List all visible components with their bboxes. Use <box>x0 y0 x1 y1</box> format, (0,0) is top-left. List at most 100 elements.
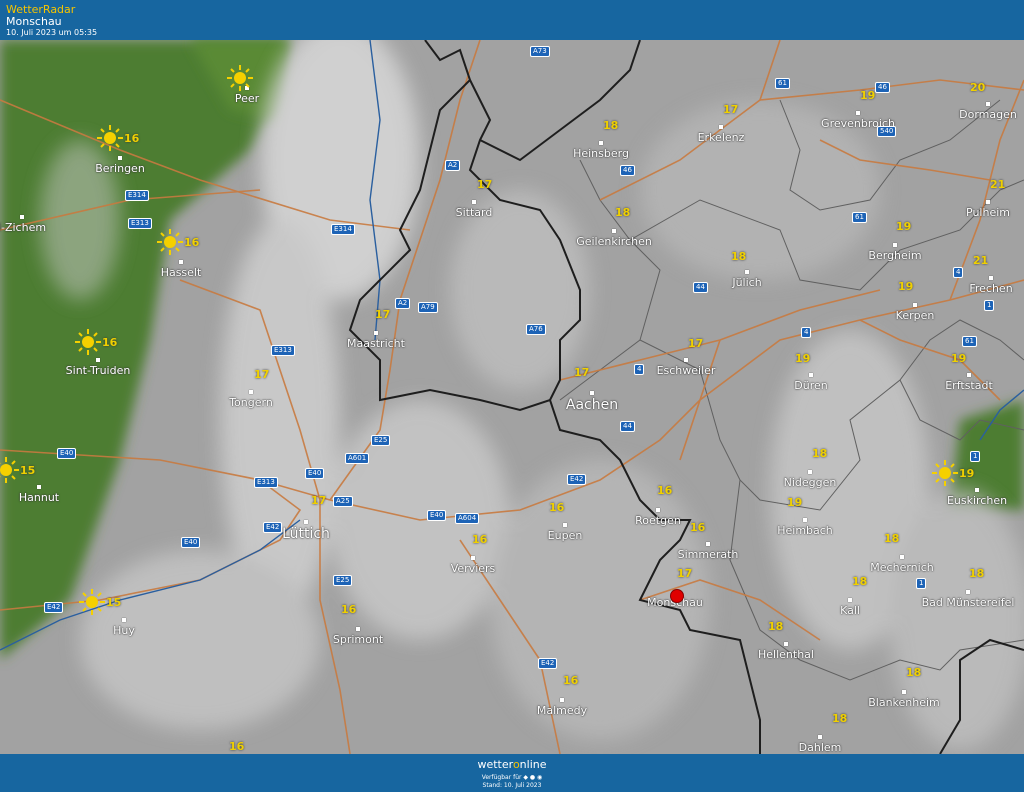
sun-icon <box>78 588 106 616</box>
radar-map[interactable]: Peer Beringen 16 l-Zichem Hasselt 16 Sint-Trui… <box>0 40 1024 754</box>
temperature-label: 16 <box>472 533 488 546</box>
city-label-tongern[interactable]: Tongern <box>229 396 273 409</box>
road-shield: 44 <box>620 421 635 432</box>
city-label-nideggen[interactable]: Nideggen <box>784 476 837 489</box>
city-label-roetgen[interactable]: Roetgen <box>635 514 681 527</box>
city-label-peer[interactable]: Peer <box>235 92 259 105</box>
city-dot <box>304 520 308 524</box>
city-label-d-ren[interactable]: Düren <box>794 379 827 392</box>
city-label-bergheim[interactable]: Bergheim <box>868 249 921 262</box>
city-dot <box>989 276 993 280</box>
city-dot <box>612 229 616 233</box>
road-shield: 1 <box>984 300 995 311</box>
city-label-aachen[interactable]: Aachen <box>566 397 618 413</box>
road-shield: 44 <box>693 282 708 293</box>
road-shield: E42 <box>538 658 558 669</box>
city-label-sint-truiden[interactable]: Sint-Truiden <box>66 364 131 377</box>
city-label-maastricht[interactable]: Maastricht <box>347 337 405 350</box>
footer-bar: wetteronline Verfügbar für ◆ ● ◉ Stand: … <box>0 754 1024 792</box>
city-label-hellenthal[interactable]: Hellenthal <box>758 648 814 661</box>
temperature-label: 19 <box>951 352 967 365</box>
city-dot <box>374 331 378 335</box>
city-label-heinsberg[interactable]: Heinsberg <box>573 147 629 160</box>
city-label-huy[interactable]: Huy <box>113 624 135 637</box>
city-label-verviers[interactable]: Verviers <box>451 562 496 575</box>
city-dot <box>179 260 183 264</box>
footer-stamp: Stand: 10. Juli 2023 <box>482 782 542 789</box>
sun-icon <box>0 456 20 484</box>
city-label-erkelenz[interactable]: Erkelenz <box>698 131 745 144</box>
city-dot <box>471 556 475 560</box>
city-dot <box>684 358 688 362</box>
city-label-heimbach[interactable]: Heimbach <box>777 524 833 537</box>
city-label-dahlem[interactable]: Dahlem <box>799 741 842 754</box>
temperature-label: 19 <box>795 352 811 365</box>
location-marker-pin[interactable] <box>670 589 684 603</box>
temperature-label: 16 <box>657 484 673 497</box>
city-dot <box>37 485 41 489</box>
city-label-erftstadt[interactable]: Erftstadt <box>945 379 993 392</box>
city-label-malmedy[interactable]: Malmedy <box>537 704 587 717</box>
temperature-label: 18 <box>812 447 828 460</box>
city-label-j-lich[interactable]: Jülich <box>732 276 761 289</box>
temperature-label: 15 <box>20 464 36 477</box>
city-label-simmerath[interactable]: Simmerath <box>678 548 739 561</box>
city-dot <box>599 141 603 145</box>
temperature-label: 17 <box>677 567 693 580</box>
temperature-label: 16 <box>563 674 579 687</box>
road-shield: E40 <box>305 468 325 479</box>
temperature-label: 19 <box>787 496 803 509</box>
city-label-mechernich[interactable]: Mechernich <box>870 561 933 574</box>
road-shield: A73 <box>530 46 550 57</box>
city-label-geilenkirchen[interactable]: Geilenkirchen <box>576 235 652 248</box>
city-label-l-zichem[interactable]: l-Zichem <box>0 221 46 234</box>
city-label-kall[interactable]: Kall <box>840 604 860 617</box>
city-label-blankenheim[interactable]: Blankenheim <box>868 696 940 709</box>
city-dot <box>719 125 723 129</box>
city-dot <box>900 555 904 559</box>
city-label-pulheim[interactable]: Pulheim <box>966 206 1010 219</box>
city-label-eupen[interactable]: Eupen <box>548 529 583 542</box>
temperature-label: 16 <box>549 501 565 514</box>
temperature-label: 21 <box>973 254 989 267</box>
road-shield: 4 <box>801 327 812 338</box>
temperature-label: 17 <box>723 103 739 116</box>
city-label-sprimont[interactable]: Sprimont <box>333 633 383 646</box>
road-shield: E314 <box>125 190 149 201</box>
temperature-label: 16 <box>124 132 140 145</box>
road-shield: 46 <box>620 165 635 176</box>
city-label-hasselt[interactable]: Hasselt <box>161 266 202 279</box>
wetteronline-logo[interactable]: wetteronline <box>0 758 1024 771</box>
city-label-frechen[interactable]: Frechen <box>969 282 1012 295</box>
city-dot <box>356 627 360 631</box>
road-shield: E313 <box>271 345 295 356</box>
city-label-kerpen[interactable]: Kerpen <box>896 309 935 322</box>
road-shield: 61 <box>962 336 977 347</box>
temperature-label: 18 <box>731 250 747 263</box>
city-label-dormagen[interactable]: Dormagen <box>959 108 1017 121</box>
sun-icon <box>931 459 959 487</box>
city-label-sittard[interactable]: Sittard <box>456 206 493 219</box>
city-dot <box>20 215 24 219</box>
road-shield: A25 <box>333 496 353 507</box>
city-label-euskirchen[interactable]: Euskirchen <box>947 494 1007 507</box>
temperature-label: 15 <box>106 596 122 609</box>
road-shield: E40 <box>427 510 447 521</box>
city-dot <box>975 488 979 492</box>
temperature-label: 16 <box>341 603 357 616</box>
temperature-label: 17 <box>688 337 704 350</box>
city-label-hannut[interactable]: Hannut <box>19 491 59 504</box>
city-dot <box>784 642 788 646</box>
city-label-bad-m-nstereifel[interactable]: Bad Münstereifel <box>922 596 1015 609</box>
city-label-eschweiler[interactable]: Eschweiler <box>657 364 716 377</box>
city-label-l-ttich[interactable]: Lüttich <box>282 526 330 542</box>
temperature-label: 18 <box>603 119 619 132</box>
temperature-label: 19 <box>896 220 912 233</box>
temperature-label: 19 <box>860 89 876 102</box>
road-shield: E42 <box>567 474 587 485</box>
sun-icon <box>74 328 102 356</box>
temperature-label: 16 <box>229 740 245 753</box>
temperature-label: 18 <box>906 666 922 679</box>
temperature-label: 16 <box>690 521 706 534</box>
city-label-beringen[interactable]: Beringen <box>95 162 145 175</box>
